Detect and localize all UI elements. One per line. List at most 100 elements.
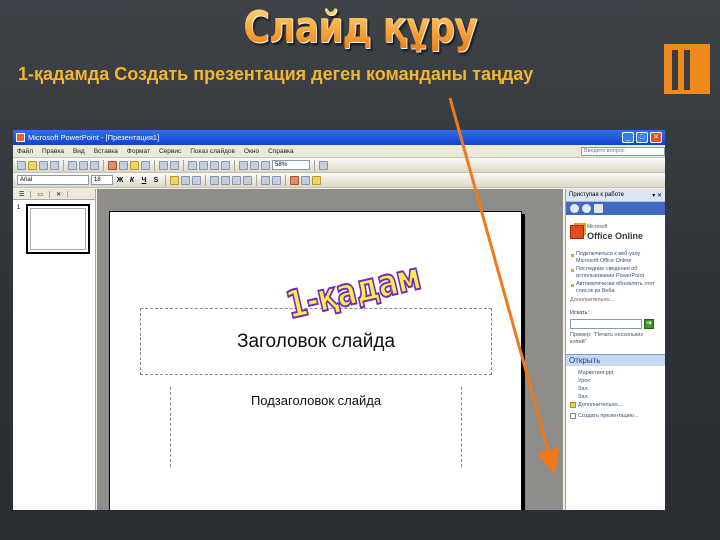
powerpoint-window: Microsoft PowerPoint - [Презентация1] _ … (13, 130, 665, 510)
online-links-list: Подключиться к веб-узлу Microsoft Office… (570, 251, 661, 295)
recent-file-1[interactable]: Маркетинг.ppt (570, 369, 661, 377)
formatting-toolbar: Arial 18 Ж К Ч S (13, 173, 665, 188)
print-icon[interactable] (68, 160, 77, 170)
recent-file-4[interactable]: Зал (570, 393, 661, 401)
slide-editor-area: Заголовок слайда Подзаголовок слайда (97, 189, 563, 510)
increase-font-icon[interactable] (232, 175, 241, 185)
zoom-select[interactable]: 58% (272, 160, 310, 170)
open-section-header: Открыть (566, 354, 665, 366)
bullets-icon[interactable] (221, 175, 230, 185)
link-connect-online[interactable]: Подключиться к веб-узлу Microsoft Office… (570, 251, 661, 265)
increase-indent-icon[interactable] (272, 175, 281, 185)
link-latest-news[interactable]: Последние сведения об использовании Powe… (570, 266, 661, 280)
recent-file-2[interactable]: Урок (570, 377, 661, 385)
decrease-indent-icon[interactable] (261, 175, 270, 185)
close-pane-icon[interactable]: ✕ (50, 190, 69, 198)
search-input[interactable] (570, 319, 642, 329)
tables-borders-icon[interactable] (210, 160, 219, 170)
window-titlebar: Microsoft PowerPoint - [Презентация1] _ … (13, 130, 665, 145)
task-pane: Приступая к работе ▾ ✕ Microsoft Office O… (565, 189, 665, 510)
slide-thumbnail[interactable] (26, 204, 90, 254)
more-files-link[interactable]: Дополнительно... (570, 401, 661, 409)
new-icon[interactable] (17, 160, 26, 170)
search-label: Искать: (570, 310, 590, 316)
close-button[interactable]: ✕ (650, 132, 662, 143)
align-right-icon[interactable] (192, 175, 201, 185)
bold-button[interactable]: Ж (115, 177, 125, 184)
tab-outline[interactable]: ☰ (13, 190, 32, 198)
color-grayscale-icon[interactable] (261, 160, 270, 170)
folder-icon (570, 402, 576, 408)
task-pane-title: Приступая к работе (569, 192, 624, 198)
office-online-logo: Microsoft Office Online (570, 221, 661, 243)
task-pane-header: Приступая к работе ▾ ✕ (566, 189, 665, 202)
instruction-subtitle: 1-қадамда Создать презентация деген кома… (18, 64, 534, 84)
link-auto-update[interactable]: Автоматически обновлять этот список из В… (570, 281, 661, 295)
subtitle-placeholder[interactable]: Подзаголовок слайда (170, 387, 462, 467)
search-go-icon[interactable]: ➜ (644, 319, 654, 329)
thumbnail-number: 1 (17, 205, 21, 211)
menu-help[interactable]: Справка (268, 148, 294, 155)
underline-button[interactable]: Ч (139, 177, 149, 184)
undo-icon[interactable] (159, 160, 168, 170)
font-name-select[interactable]: Arial (17, 175, 89, 185)
permission-icon[interactable] (50, 160, 59, 170)
menu-window[interactable]: Окно (244, 148, 259, 155)
italic-button[interactable]: К (127, 177, 137, 184)
menu-view[interactable]: Вид (73, 148, 85, 155)
menu-file[interactable]: Файл (17, 148, 33, 155)
office-logo-icon (570, 225, 584, 239)
window-title: Microsoft PowerPoint - [Презентация1] (28, 133, 160, 142)
powerpoint-app-icon (16, 133, 25, 142)
open-icon[interactable] (28, 160, 37, 170)
more-link[interactable]: Дополнительно... (570, 297, 661, 304)
expand-icon[interactable] (239, 160, 248, 170)
minimize-button[interactable]: _ (622, 132, 634, 143)
slides-pane-tabs: ☰ ▭ ✕ (13, 189, 95, 200)
task-pane-close-icon[interactable]: ▾ ✕ (652, 192, 662, 199)
font-size-select[interactable]: 18 (91, 175, 113, 185)
slide-canvas[interactable]: Заголовок слайда Подзаголовок слайда (109, 211, 522, 510)
menu-edit[interactable]: Правка (42, 148, 64, 155)
format-painter-icon[interactable] (141, 160, 150, 170)
align-center-icon[interactable] (181, 175, 190, 185)
new-slide-icon[interactable] (312, 175, 321, 185)
copy-icon[interactable] (119, 160, 128, 170)
standard-toolbar: 58% (13, 158, 665, 173)
slides-pane: ☰ ▭ ✕ 1 (13, 189, 96, 510)
numbering-icon[interactable] (210, 175, 219, 185)
forward-icon[interactable] (582, 204, 591, 213)
menu-insert[interactable]: Вставка (94, 148, 118, 155)
preview-icon[interactable] (79, 160, 88, 170)
spelling-icon[interactable] (90, 160, 99, 170)
design-icon[interactable] (301, 175, 310, 185)
menu-bar: Файл Правка Вид Вставка Формат Сервис По… (13, 145, 665, 158)
cut-icon[interactable] (108, 160, 117, 170)
back-icon[interactable] (570, 204, 579, 213)
shadow-button[interactable]: S (151, 177, 161, 184)
hyperlink-icon[interactable] (221, 160, 230, 170)
decrease-font-icon[interactable] (243, 175, 252, 185)
help-icon[interactable] (319, 160, 328, 170)
create-presentation-link[interactable]: Создать презентацию... (570, 412, 661, 420)
recent-file-3[interactable]: Зал (570, 385, 661, 393)
table-icon[interactable] (199, 160, 208, 170)
maximize-button[interactable]: □ (636, 132, 648, 143)
page-title: Слайд құру (65, 2, 655, 53)
redo-icon[interactable] (170, 160, 179, 170)
menu-slideshow[interactable]: Показ слайдов (190, 148, 235, 155)
chart-icon[interactable] (188, 160, 197, 170)
menu-tools[interactable]: Сервис (159, 148, 181, 155)
align-left-icon[interactable] (170, 175, 179, 185)
menu-format[interactable]: Формат (127, 148, 150, 155)
paste-icon[interactable] (130, 160, 139, 170)
search-example: Пример: "Печать нескольких копий" (570, 332, 644, 345)
grid-icon[interactable] (250, 160, 259, 170)
save-icon[interactable] (39, 160, 48, 170)
tab-slides[interactable]: ▭ (31, 190, 51, 198)
font-color-icon[interactable] (290, 175, 299, 185)
decorative-bars (664, 44, 710, 94)
home-icon[interactable] (594, 204, 603, 213)
task-pane-nav (566, 202, 665, 215)
help-search-input[interactable]: Введите вопрос (581, 146, 665, 156)
